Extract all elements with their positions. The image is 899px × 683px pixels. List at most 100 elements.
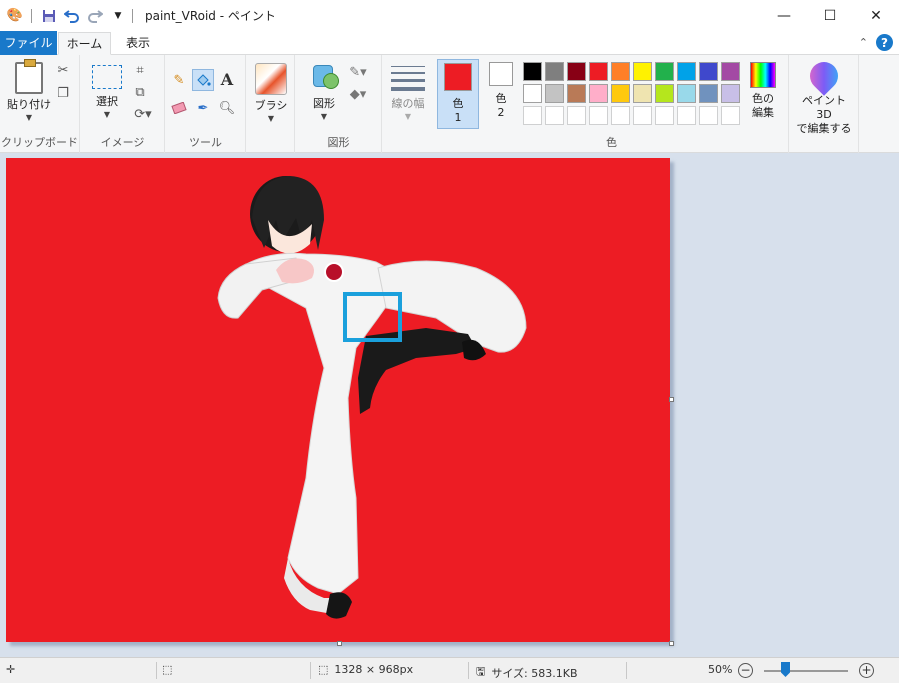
color-picker-icon[interactable]: ✒ [194, 99, 212, 117]
palette-color-13[interactable] [589, 84, 608, 103]
palette-color-25[interactable] [633, 106, 652, 125]
size-label: 線の幅 [391, 97, 425, 110]
tab-view[interactable]: 表示 [116, 32, 160, 55]
zoom-slider-track[interactable] [764, 670, 848, 672]
zoom-in-button[interactable]: + [859, 663, 874, 678]
customize-dropdown-icon[interactable]: ▼ [109, 7, 127, 25]
color2-label: 色 [495, 92, 507, 105]
help-icon[interactable]: ? [876, 34, 893, 51]
save-icon[interactable] [40, 7, 58, 25]
zoom-slider-thumb[interactable] [781, 662, 790, 677]
palette-color-19[interactable] [721, 84, 740, 103]
brushes-dropdown-icon: ▼ [267, 114, 275, 123]
text-icon[interactable]: A [218, 70, 236, 89]
shapes-label: 図形 [313, 97, 335, 110]
edit-colors-button[interactable]: 色の 編集 [748, 62, 778, 120]
disk-icon: 🖫 [476, 665, 486, 678]
palette-color-7[interactable] [677, 62, 696, 81]
resize-handle-bottom-left[interactable] [337, 641, 342, 646]
palette-color-1[interactable] [545, 62, 564, 81]
rotate-icon[interactable]: ⟳▾ [131, 105, 155, 123]
minimize-button[interactable]: — [761, 0, 807, 31]
palette-color-22[interactable] [567, 106, 586, 125]
status-bar: ✛ ⬚ ⬚ 1328 × 968px 🖫 サイズ: 583.1KB 50% − … [0, 657, 899, 683]
quick-access-toolbar: 🎨 ▼ [0, 0, 141, 31]
palette-color-15[interactable] [633, 84, 652, 103]
tab-file[interactable]: ファイル [0, 31, 57, 55]
palette-color-18[interactable] [699, 84, 718, 103]
size-dropdown-icon: ▼ [404, 112, 412, 121]
crop-icon[interactable]: ⌗ [131, 61, 149, 79]
color1-button[interactable]: 色 1 [437, 59, 479, 129]
quick-access-separator [31, 8, 32, 23]
eraser-icon[interactable] [170, 99, 188, 117]
brushes-button[interactable]: ブラシ ▼ [253, 63, 289, 123]
palette-color-28[interactable] [699, 106, 718, 125]
image-dimensions: ⬚ 1328 × 968px [318, 663, 413, 676]
palette-color-4[interactable] [611, 62, 630, 81]
palette-color-29[interactable] [721, 106, 740, 125]
select-dropdown-icon: ▼ [103, 110, 111, 119]
outline-icon[interactable]: ✎▾ [346, 63, 370, 81]
redo-icon[interactable] [86, 7, 104, 25]
resize-handle-right[interactable] [669, 397, 674, 402]
palette-color-2[interactable] [567, 62, 586, 81]
collapse-ribbon-icon[interactable]: ⌃ [859, 36, 868, 49]
close-button[interactable]: ✕ [853, 0, 899, 31]
resize-handle-bottom-right[interactable] [669, 641, 674, 646]
pencil-icon[interactable]: ✎ [170, 71, 188, 89]
tab-home[interactable]: ホーム [58, 32, 111, 55]
fill-icon[interactable] [192, 69, 214, 91]
status-separator-3 [468, 662, 469, 679]
palette-color-9[interactable] [721, 62, 740, 81]
drawing-canvas[interactable] [6, 158, 670, 642]
palette-color-0[interactable] [523, 62, 542, 81]
palette-color-12[interactable] [567, 84, 586, 103]
shapes-button[interactable]: 図形 ▼ [306, 63, 342, 121]
paint3d-group [789, 55, 859, 153]
shape-fill-icon[interactable]: ◆▾ [346, 85, 370, 103]
color2-button[interactable]: 色 2 [484, 59, 518, 129]
edit-colors-icon [750, 62, 776, 88]
brush-icon [255, 63, 287, 95]
palette-color-14[interactable] [611, 84, 630, 103]
palette-color-23[interactable] [589, 106, 608, 125]
palette-color-26[interactable] [655, 106, 674, 125]
palette-color-10[interactable] [523, 84, 542, 103]
palette-color-3[interactable] [589, 62, 608, 81]
edit-colors-label-2: 編集 [752, 106, 774, 119]
size-button[interactable]: 線の幅 ▼ [387, 63, 429, 121]
undo-icon[interactable] [63, 7, 81, 25]
dimensions-icon: ⬚ [318, 663, 329, 676]
select-button[interactable]: 選択 ▼ [89, 65, 125, 119]
ribbon: 貼り付け ▼ ✂ ❐ クリップボード 選択 ▼ ⌗ ⧉ ⟳▾ イメージ ✎ A … [0, 55, 899, 153]
cut-icon[interactable]: ✂ [54, 61, 72, 79]
paint-app-icon[interactable]: 🎨 [6, 7, 24, 25]
file-size-text: サイズ: 583.1KB [491, 666, 578, 680]
palette-color-24[interactable] [611, 106, 630, 125]
cursor-position: ✛ [6, 663, 15, 676]
select-icon [92, 65, 122, 89]
brushes-label: ブラシ [254, 99, 288, 112]
palette-color-27[interactable] [677, 106, 696, 125]
palette-color-16[interactable] [655, 84, 674, 103]
palette-color-8[interactable] [699, 62, 718, 81]
selection-size: ⬚ [162, 663, 172, 676]
palette-color-21[interactable] [545, 106, 564, 125]
palette-color-5[interactable] [633, 62, 652, 81]
palette-color-11[interactable] [545, 84, 564, 103]
palette-color-17[interactable] [677, 84, 696, 103]
palette-color-6[interactable] [655, 62, 674, 81]
magnifier-icon[interactable]: 🔍︎ [218, 99, 236, 117]
zoom-out-button[interactable]: − [738, 663, 753, 678]
palette-color-20[interactable] [523, 106, 542, 125]
help-area: ⌃ ? [859, 34, 893, 51]
resize-icon[interactable]: ⧉ [131, 83, 149, 101]
paste-button[interactable]: 貼り付け ▼ [6, 59, 52, 122]
select-label: 選択 [96, 95, 118, 108]
window-controls: — ☐ ✕ [761, 0, 899, 31]
color-palette [523, 62, 740, 125]
maximize-button[interactable]: ☐ [807, 0, 853, 31]
copy-icon[interactable]: ❐ [54, 84, 72, 102]
dimensions-text: 1328 × 968px [334, 663, 414, 676]
